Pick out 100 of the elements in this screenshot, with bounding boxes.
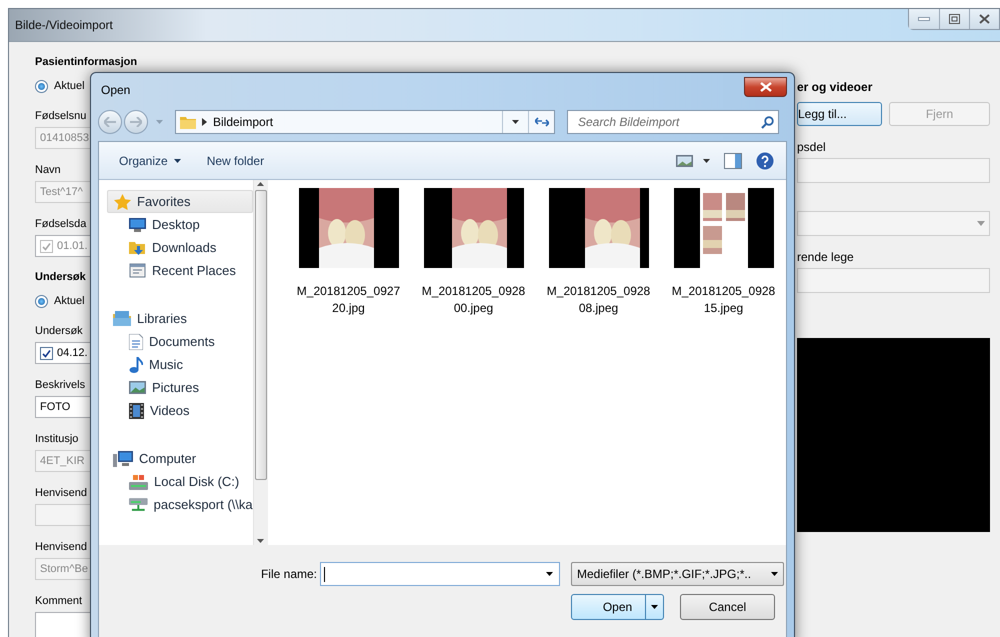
file-item[interactable]: M_20181205_092808.jpeg	[536, 188, 661, 317]
forward-button[interactable]	[124, 110, 148, 134]
nav-label: Recent Places	[152, 263, 236, 278]
scroll-up-icon[interactable]	[257, 182, 264, 186]
nav-label: Downloads	[152, 240, 216, 255]
caret-icon	[156, 120, 163, 124]
window-title: Bilde-/Videoimport	[15, 18, 113, 32]
section-heading: Undersøk	[35, 270, 86, 285]
nav-label: Favorites	[137, 194, 190, 209]
caret-icon	[651, 605, 658, 609]
nav-label: Libraries	[137, 311, 187, 326]
nav-item[interactable]: Recent Places	[107, 259, 253, 282]
nav-item[interactable]: Documents	[107, 330, 253, 353]
scrollbar-thumb[interactable]	[254, 190, 267, 480]
field-label: Fødselsnu	[35, 109, 86, 124]
view-icon[interactable]	[676, 154, 693, 166]
music-note-icon	[129, 356, 143, 372]
disk-drive-icon	[129, 474, 148, 490]
field-label: Henvisend	[35, 486, 87, 501]
push-button[interactable]: Legg til...	[797, 102, 882, 126]
radio-button[interactable]: Aktuel	[35, 293, 85, 309]
field-label: Beskrivels	[35, 378, 86, 393]
close-button[interactable]	[969, 9, 999, 29]
nav-item[interactable]: Libraries	[107, 307, 253, 330]
field-label: Fødselsda	[35, 217, 86, 232]
nav-label: Local Disk (C:)	[154, 474, 240, 489]
nav-item[interactable]: Computer	[107, 447, 253, 470]
back-button[interactable]	[98, 110, 122, 134]
refresh-icon	[534, 117, 548, 127]
nav-item[interactable]: Videos	[107, 399, 253, 422]
field-label: Komment	[35, 594, 82, 609]
date-field[interactable]: 04.12.	[35, 342, 93, 364]
nav-item[interactable]: Local Disk (C:)	[107, 470, 253, 493]
caret-icon	[771, 572, 778, 576]
address-bar[interactable]: Bildeimport	[175, 110, 555, 134]
close-button[interactable]	[744, 77, 787, 97]
folder-icon	[180, 115, 196, 129]
radio-button[interactable]: Aktuel	[35, 78, 85, 94]
nav-item[interactable]: Music	[107, 353, 253, 376]
file-type-dropdown[interactable]: Mediefiler (*.BMP;*.GIF;*.JPG;*..	[571, 562, 784, 586]
minimize-icon	[918, 17, 930, 21]
search-field[interactable]: Search Bildeimport	[567, 110, 779, 134]
search-icon	[761, 116, 774, 128]
restore-icon	[949, 14, 960, 24]
nav-item[interactable]: pacseksport (\\ka	[107, 493, 253, 516]
dialog-title: Open	[101, 83, 130, 97]
caret-icon	[546, 572, 553, 576]
text-field[interactable]: FOTO	[35, 396, 93, 418]
minimize-button[interactable]	[909, 9, 939, 29]
nav-item[interactable]: Downloads	[107, 236, 253, 259]
file-item[interactable]: M_20181205_092800.jpeg	[411, 188, 536, 317]
scrollbar[interactable]	[252, 180, 268, 545]
nav-label: pacseksport (\\ka	[154, 497, 253, 512]
field-label: Institusjo	[35, 432, 78, 447]
film-icon	[129, 402, 144, 418]
nav-label: Computer	[139, 451, 196, 466]
window-icon	[129, 263, 146, 278]
download-folder-icon	[129, 240, 146, 256]
image-icon	[129, 381, 146, 394]
nav-label: Videos	[150, 403, 190, 418]
chevron-icon	[202, 118, 207, 126]
star-icon	[114, 194, 131, 210]
nav-label: Documents	[149, 334, 215, 349]
library-icon	[113, 311, 131, 326]
preview-pane-icon[interactable]	[724, 152, 742, 168]
cancel-button[interactable]: Cancel	[680, 594, 775, 620]
section-heading: Pasientinformasjon	[35, 55, 138, 70]
nav-label: Pictures	[152, 380, 199, 395]
field-label: Navn	[35, 163, 61, 178]
toolbar-button[interactable]: Organize	[119, 154, 181, 168]
maximize-button[interactable]	[939, 9, 969, 29]
file-item[interactable]: M_20181205_092815.jpeg	[661, 188, 786, 317]
back-arrow-icon	[104, 117, 116, 127]
file-name: M_20181205_092800.jpeg	[422, 283, 526, 317]
nav-item[interactable]: Desktop	[107, 213, 253, 236]
breadcrumb[interactable]: Bildeimport	[213, 115, 274, 129]
field-label: psdel	[797, 139, 826, 155]
file-name: M_20181205_092720.jpg	[296, 283, 400, 317]
section-heading: er og videoer	[797, 79, 872, 95]
caret-icon	[977, 221, 985, 226]
toolbar-button[interactable]: New folder	[206, 154, 264, 168]
open-button[interactable]: Open	[571, 594, 664, 620]
nav-item[interactable]: Pictures	[107, 376, 253, 399]
document-icon	[129, 334, 143, 350]
field-label: rende lege	[797, 249, 854, 265]
file-item[interactable]: M_20181205_092720.jpg	[286, 188, 411, 317]
file-name-field[interactable]	[320, 562, 560, 586]
help-icon[interactable]	[756, 152, 774, 170]
date-value: 01.01.	[57, 240, 88, 252]
field-label: Undersøk	[35, 324, 83, 339]
nav-label: Music	[149, 357, 183, 372]
caret-icon	[257, 539, 264, 543]
file-name: M_20181205_092815.jpeg	[672, 283, 776, 317]
checkbox[interactable]	[40, 346, 53, 360]
network-drive-icon	[129, 496, 148, 512]
computer-icon	[113, 450, 133, 466]
caret-icon	[512, 120, 519, 124]
file-name-label: File name:	[260, 567, 317, 581]
close-icon	[760, 82, 772, 92]
nav-item[interactable]: Favorites	[107, 190, 253, 213]
